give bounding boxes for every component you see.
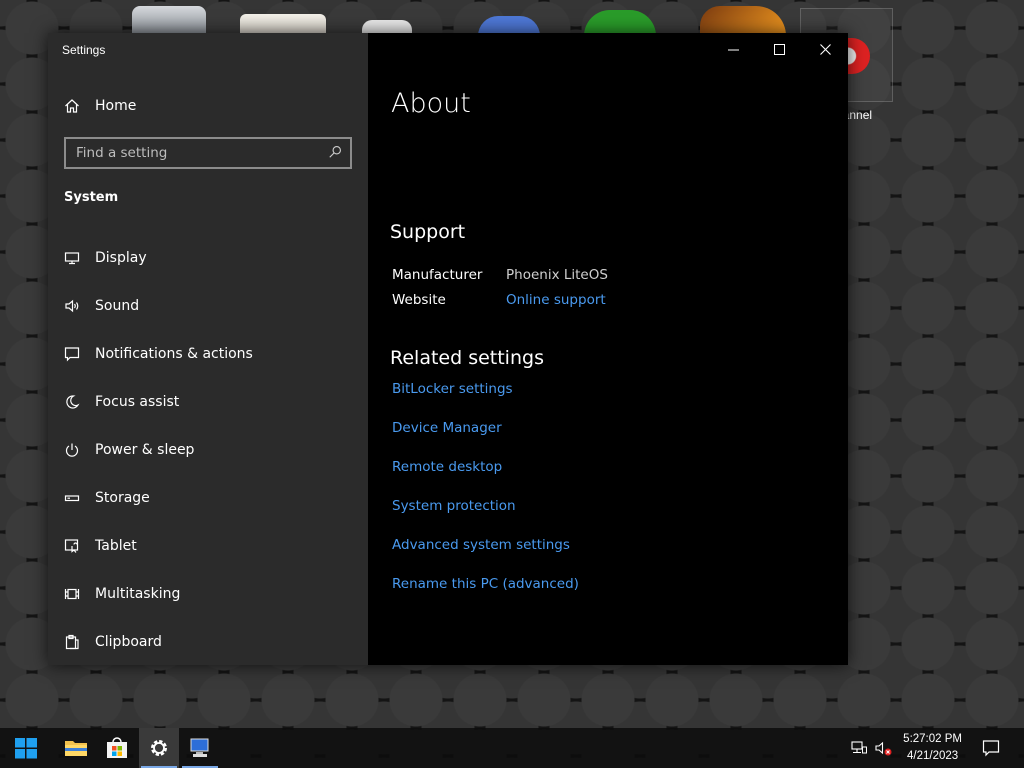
home-icon bbox=[64, 98, 95, 114]
bitlocker-settings-link[interactable]: BitLocker settings bbox=[392, 381, 513, 397]
search-input[interactable] bbox=[76, 145, 328, 161]
multitasking-icon bbox=[64, 586, 95, 602]
minimize-button[interactable] bbox=[710, 33, 756, 65]
sidebar-item-multitasking[interactable]: Multitasking bbox=[64, 582, 180, 606]
settings-window: Settings Home System Display Sound bbox=[48, 33, 848, 665]
start-button[interactable] bbox=[6, 728, 46, 768]
taskbar-clock[interactable]: 5:27:02 PM 4/21/2023 bbox=[903, 731, 962, 765]
settings-sidebar: Settings Home System Display Sound bbox=[48, 33, 368, 665]
clipboard-icon bbox=[64, 634, 95, 650]
find-setting-search[interactable] bbox=[64, 137, 352, 169]
sidebar-item-label: Power & sleep bbox=[95, 442, 195, 458]
manufacturer-label: Manufacturer bbox=[392, 267, 483, 283]
network-tray[interactable] bbox=[848, 728, 870, 768]
website-row: Website Online support bbox=[392, 292, 606, 308]
minimize-icon bbox=[727, 49, 739, 50]
section-title: System bbox=[64, 190, 119, 205]
network-icon bbox=[851, 741, 867, 754]
maximize-button[interactable] bbox=[756, 33, 802, 65]
sidebar-item-tablet[interactable]: Tablet bbox=[64, 534, 137, 558]
sidebar-item-notifications[interactable]: Notifications & actions bbox=[64, 342, 253, 366]
power-icon bbox=[64, 442, 95, 458]
window-title: Settings bbox=[62, 43, 106, 57]
search-icon[interactable] bbox=[328, 144, 342, 163]
remote-desktop-link[interactable]: Remote desktop bbox=[392, 459, 502, 475]
sidebar-item-label: Notifications & actions bbox=[95, 346, 253, 362]
notification-icon bbox=[982, 740, 1000, 757]
notification-icon bbox=[64, 346, 95, 362]
window-controls bbox=[710, 33, 848, 65]
close-icon bbox=[819, 43, 831, 55]
clock-time: 5:27:02 PM bbox=[903, 733, 962, 745]
volume-tray[interactable] bbox=[872, 728, 894, 768]
sidebar-item-label: Sound bbox=[95, 298, 140, 314]
store-icon bbox=[107, 737, 127, 758]
sidebar-item-label: Multitasking bbox=[95, 586, 181, 602]
related-settings-heading: Related settings bbox=[390, 347, 544, 369]
system-protection-link[interactable]: System protection bbox=[392, 498, 516, 514]
maximize-icon bbox=[773, 43, 785, 55]
sidebar-item-display[interactable]: Display bbox=[64, 246, 147, 270]
manufacturer-value: Phoenix LiteOS bbox=[506, 267, 608, 283]
advanced-system-settings-link[interactable]: Advanced system settings bbox=[392, 537, 570, 553]
website-label: Website bbox=[392, 292, 446, 308]
sidebar-item-label: Display bbox=[95, 250, 147, 266]
gear-icon bbox=[151, 740, 167, 756]
monitor-icon bbox=[64, 250, 95, 266]
browser-icon[interactable] bbox=[700, 6, 786, 36]
sidebar-item-label: Focus assist bbox=[95, 394, 180, 410]
sidebar-item-storage[interactable]: Storage bbox=[64, 486, 150, 510]
store-taskbar[interactable] bbox=[97, 728, 137, 768]
online-support-link[interactable]: Online support bbox=[506, 292, 606, 308]
moon-icon bbox=[64, 394, 95, 410]
windows-logo-icon bbox=[15, 738, 37, 759]
sidebar-item-power-sleep[interactable]: Power & sleep bbox=[64, 438, 194, 462]
sidebar-item-clipboard[interactable]: Clipboard bbox=[64, 630, 162, 654]
taskbar: 5:27:02 PM 4/21/2023 bbox=[0, 728, 1024, 768]
recycle-bin-icon[interactable] bbox=[132, 6, 206, 34]
device-manager-link[interactable]: Device Manager bbox=[392, 420, 502, 436]
file-explorer-taskbar[interactable] bbox=[56, 728, 96, 768]
sidebar-item-focus-assist[interactable]: Focus assist bbox=[64, 390, 179, 414]
tablet-icon bbox=[64, 538, 95, 554]
storage-icon bbox=[64, 490, 95, 506]
action-center-button[interactable] bbox=[978, 728, 1004, 768]
clock-date: 4/21/2023 bbox=[907, 750, 959, 762]
sidebar-item-label: Tablet bbox=[95, 538, 137, 554]
manufacturer-row: Manufacturer Phoenix LiteOS bbox=[392, 267, 608, 283]
close-button[interactable] bbox=[802, 33, 848, 65]
volume-muted-icon bbox=[875, 741, 892, 756]
support-heading: Support bbox=[390, 221, 466, 243]
sidebar-item-sound[interactable]: Sound bbox=[64, 294, 139, 318]
remote-desktop-taskbar[interactable] bbox=[180, 728, 220, 768]
speaker-icon bbox=[64, 298, 95, 314]
sidebar-item-label: Storage bbox=[95, 490, 150, 506]
folder-icon bbox=[65, 741, 87, 756]
settings-content: About Support Manufacturer Phoenix LiteO… bbox=[368, 33, 848, 665]
rename-pc-link[interactable]: Rename this PC (advanced) bbox=[392, 576, 579, 592]
sidebar-item-label: Home bbox=[95, 98, 137, 114]
settings-taskbar[interactable] bbox=[139, 728, 179, 768]
page-title: About bbox=[391, 88, 471, 119]
sidebar-item-home[interactable]: Home bbox=[64, 94, 136, 118]
computer-icon bbox=[190, 738, 209, 757]
sidebar-item-label: Clipboard bbox=[95, 634, 162, 650]
